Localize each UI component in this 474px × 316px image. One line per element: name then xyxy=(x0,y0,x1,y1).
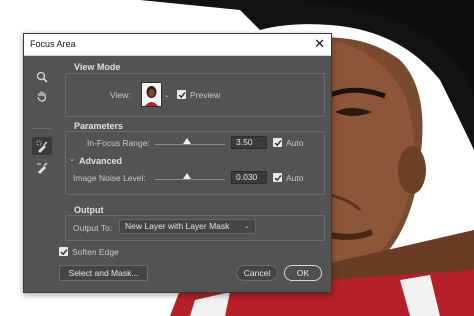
chevron-down-icon: ⌄ xyxy=(244,223,250,230)
tool-column xyxy=(28,60,56,200)
in-focus-range-auto-checkbox[interactable] xyxy=(273,138,282,147)
image-noise-level-label: Image Noise Level: xyxy=(73,173,146,183)
view-mode-heading: View Mode xyxy=(74,62,121,72)
output-heading: Output xyxy=(74,205,104,215)
view-mode-thumbnail[interactable] xyxy=(141,82,162,107)
preview-checkbox[interactable] xyxy=(177,90,186,99)
dialog-titlebar: Focus Area ✕ xyxy=(24,34,331,56)
hand-tool-button[interactable] xyxy=(32,87,52,105)
zoom-icon xyxy=(36,71,48,83)
checkmark-icon xyxy=(178,91,186,98)
in-focus-range-input[interactable] xyxy=(231,136,267,149)
output-to-label: Output To: xyxy=(73,223,113,233)
in-focus-range-label: In-Focus Range: xyxy=(87,138,150,148)
hand-icon xyxy=(37,91,47,102)
image-noise-level-slider-thumb[interactable] xyxy=(182,173,191,179)
image-noise-level-slider[interactable] xyxy=(155,179,225,180)
view-dropdown-arrow-icon[interactable]: ⌄ xyxy=(164,91,170,99)
image-noise-level-input[interactable] xyxy=(231,171,267,184)
advanced-expand-icon[interactable]: ⌄ xyxy=(69,155,75,163)
in-focus-range-slider-thumb[interactable] xyxy=(182,138,191,144)
checkmark-icon xyxy=(274,139,282,146)
subtract-focus-brush-button[interactable] xyxy=(32,158,52,176)
advanced-heading[interactable]: Advanced xyxy=(79,156,122,166)
close-icon[interactable]: ✕ xyxy=(314,37,325,50)
image-noise-auto-checkbox[interactable] xyxy=(273,173,282,182)
focus-area-dialog: Focus Area ✕ View Mode View: ⌄ Preview P… xyxy=(23,33,332,293)
ok-button[interactable]: OK xyxy=(284,265,322,281)
focus-area-subtract-brush-icon xyxy=(36,162,47,174)
view-label: View: xyxy=(110,90,131,100)
cancel-button[interactable]: Cancel xyxy=(236,265,278,281)
add-focus-brush-button[interactable] xyxy=(32,137,52,155)
tool-separator xyxy=(32,128,52,129)
checkmark-icon xyxy=(60,248,68,255)
dialog-title: Focus Area xyxy=(30,39,76,49)
portrait-thumbnail-icon xyxy=(142,83,161,106)
select-and-mask-button[interactable]: Select and Mask... xyxy=(59,265,148,281)
in-focus-range-auto-label: Auto xyxy=(286,138,304,148)
in-focus-range-slider[interactable] xyxy=(155,144,225,145)
checkmark-icon xyxy=(274,174,282,181)
soften-edge-checkbox[interactable] xyxy=(59,247,68,256)
soften-edge-label: Soften Edge xyxy=(72,247,119,257)
output-to-value: New Layer with Layer Mask xyxy=(125,221,230,231)
focus-area-add-brush-icon xyxy=(36,140,47,153)
preview-label: Preview xyxy=(190,90,221,100)
image-noise-auto-label: Auto xyxy=(286,173,304,183)
parameters-heading: Parameters xyxy=(74,121,124,131)
zoom-tool-button[interactable] xyxy=(32,68,52,86)
output-to-select[interactable]: New Layer with Layer Mask ⌄ xyxy=(119,219,256,234)
